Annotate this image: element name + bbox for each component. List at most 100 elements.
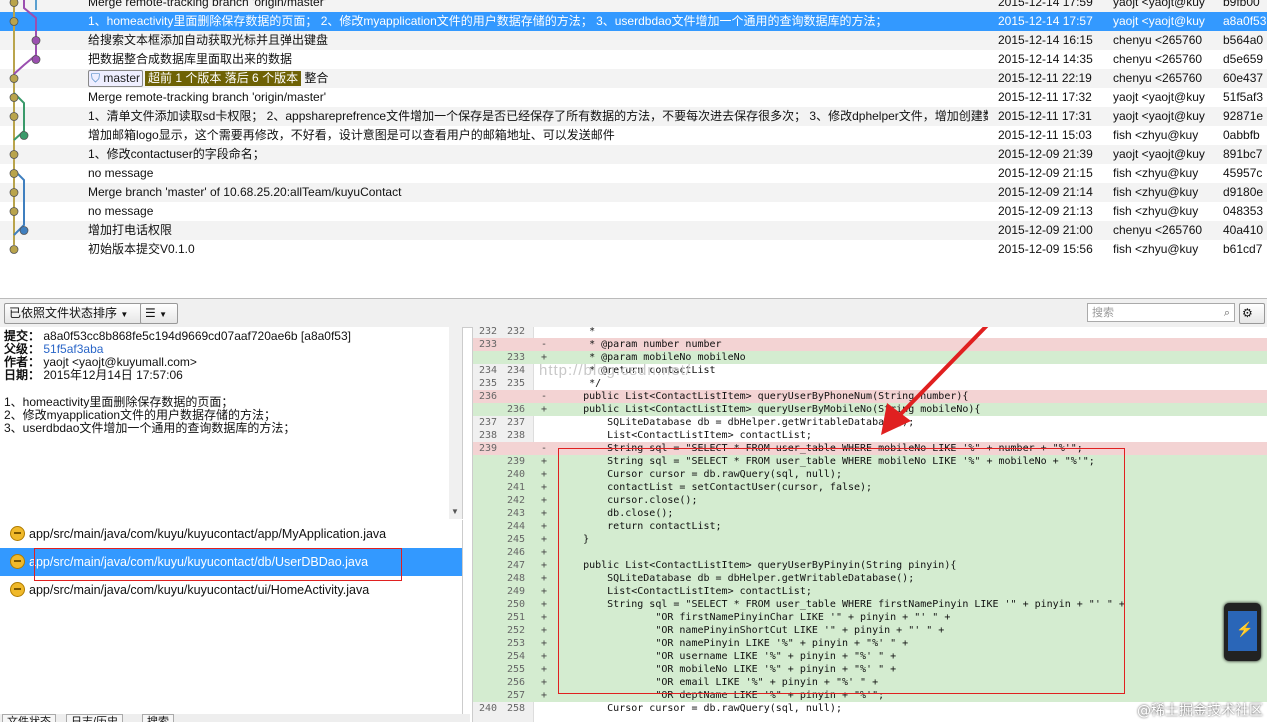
view-mode-dropdown[interactable]: ☰ ▼ bbox=[140, 303, 178, 324]
new-line-number: 255 bbox=[506, 664, 525, 675]
file-path: app/src/main/java/com/kuyu/kuyucontact/a… bbox=[29, 527, 387, 541]
new-line-number: 237 bbox=[506, 417, 525, 428]
old-line-number: 235 bbox=[478, 378, 497, 389]
diff-sign: + bbox=[541, 469, 548, 480]
commit-node bbox=[9, 93, 19, 102]
new-line-number: 254 bbox=[506, 651, 525, 662]
diff-sign: + bbox=[541, 508, 548, 519]
diff-sign: + bbox=[541, 599, 548, 610]
commit-hash: 51f5af3 bbox=[1223, 90, 1264, 104]
commit-date: 2015-12-14 16:15 bbox=[998, 33, 1093, 47]
diff-sign: + bbox=[541, 612, 548, 623]
commit-row[interactable]: 1、修改contactuser的字段命名； 2015-12-09 21:39 yao… bbox=[0, 145, 1267, 164]
file-path: app/src/main/java/com/kuyu/kuyucontact/u… bbox=[29, 583, 370, 597]
commit-label: 提交： bbox=[4, 329, 41, 343]
new-line-number: 256 bbox=[506, 677, 525, 688]
diff-sign: + bbox=[541, 482, 548, 493]
commit-hash: d9180e bbox=[1223, 185, 1264, 199]
commit-row[interactable]: 增加打电话权限 2015-12-09 21:00 chenyu <265760 40a… bbox=[0, 221, 1267, 240]
branch-graph bbox=[9, 0, 41, 254]
tab-file-status[interactable]: 文件状态 bbox=[2, 714, 56, 722]
commit-author: chenyu <265760 bbox=[1113, 223, 1203, 237]
changed-file-item[interactable]: app/src/main/java/com/kuyu/kuyucontact/a… bbox=[0, 520, 462, 548]
commit-message: Merge branch 'master' of 10.68.25.20:all… bbox=[88, 185, 402, 199]
phone-widget-icon[interactable]: ⚡ bbox=[1224, 603, 1261, 661]
commit-author: yaojt <yaojt@kuy bbox=[1113, 90, 1205, 104]
commit-node bbox=[9, 169, 19, 178]
commit-row[interactable]: 给搜索文本框添加自动获取光标并且弹出键盘 2015-12-14 16:15 chen… bbox=[0, 31, 1267, 50]
branch-tag[interactable]: ⛉ master bbox=[88, 70, 144, 87]
code-text: List<ContactListItem> contactList; bbox=[559, 430, 812, 441]
commit-date: 2015-12-09 21:15 bbox=[998, 166, 1093, 180]
commit-row[interactable]: Merge remote-tracking branch 'origin/mas… bbox=[0, 0, 1267, 12]
commit-author: fish <zhyu@kuy bbox=[1113, 242, 1199, 256]
diff-sign: + bbox=[541, 456, 548, 467]
commit-row[interactable]: no message 2015-12-09 21:15 fish <zhyu@kuy… bbox=[0, 164, 1267, 183]
new-line-number: 245 bbox=[506, 534, 525, 545]
commit-row[interactable]: Merge branch 'master' of 10.68.25.20:all… bbox=[0, 183, 1267, 202]
commit-row[interactable]: no message 2015-12-09 21:13 fish <zhyu@kuy… bbox=[0, 202, 1267, 221]
diff-sign: + bbox=[541, 586, 548, 597]
settings-button[interactable]: ⚙ bbox=[1239, 303, 1265, 324]
chevron-down-icon: ▼ bbox=[120, 310, 129, 319]
commit-row[interactable]: ⛉ master 超前 1 个版本 落后 6 个版本 整合 2015-12-11 2… bbox=[0, 69, 1267, 88]
commit-node bbox=[9, 245, 19, 254]
diff-sign: + bbox=[541, 638, 548, 649]
diff-sign: + bbox=[541, 677, 548, 688]
commit-message: 初始版本提交V0.1.0 bbox=[88, 242, 195, 256]
diff-sign: + bbox=[541, 690, 548, 701]
commit-node bbox=[9, 112, 19, 121]
diff-viewer: 232 232 * 233- * @param number number 233 + … bbox=[472, 327, 1267, 722]
new-line-number: 246 bbox=[506, 547, 525, 558]
commit-node bbox=[19, 131, 29, 140]
annotation-box bbox=[558, 448, 1125, 694]
search-input[interactable]: 搜索 ⌕ bbox=[1087, 303, 1235, 322]
diff-sign: + bbox=[541, 495, 548, 506]
modified-file-icon bbox=[10, 554, 25, 569]
new-line-number: 248 bbox=[506, 573, 525, 584]
annotation-arrow bbox=[881, 327, 989, 435]
commit-author: yaojt <yaojt@kuy bbox=[1113, 0, 1205, 9]
commit-author: fish <zhyu@kuy bbox=[1113, 204, 1199, 218]
new-line-number: 253 bbox=[506, 638, 525, 649]
new-line-number: 250 bbox=[506, 599, 525, 610]
commit-row[interactable]: 1、清单文件添加读取sd卡权限； 2、appshareprefrence文件增加… bbox=[0, 107, 1267, 126]
old-line-number: 232 bbox=[478, 327, 497, 337]
modified-file-icon bbox=[10, 582, 25, 597]
commit-row[interactable]: 初始版本提交V0.1.0 2015-12-09 15:56 fish <zhyu@k… bbox=[0, 240, 1267, 259]
diff-sign: - bbox=[541, 339, 548, 350]
commit-node bbox=[9, 150, 19, 159]
annotation-box bbox=[34, 548, 402, 581]
commit-author: fish <zhyu@kuy bbox=[1113, 128, 1199, 142]
commit-row[interactable]: Merge remote-tracking branch 'origin/mas… bbox=[0, 88, 1267, 107]
commit-hash: d5e659 bbox=[1223, 52, 1264, 66]
parent-link[interactable]: 51f5af3aba bbox=[43, 342, 103, 356]
commit-message: Merge remote-tracking branch 'origin/mas… bbox=[88, 0, 327, 9]
diff-sign: + bbox=[541, 625, 548, 636]
commit-message: 1、homeactivity里面删除保存数据的页面； 2、修改myapplica… bbox=[88, 14, 888, 28]
commit-log: Merge remote-tracking branch 'origin/mas… bbox=[0, 0, 1267, 298]
commit-row[interactable]: 把数据整合成数据库里面取出来的数据 2015-12-14 14:35 chenyu … bbox=[0, 50, 1267, 69]
new-line-number: 257 bbox=[506, 690, 525, 701]
old-line-number: 239 bbox=[478, 443, 497, 454]
new-line-number: 240 bbox=[506, 469, 525, 480]
old-line-number: 237 bbox=[478, 417, 497, 428]
modified-file-icon bbox=[10, 526, 25, 541]
commit-row[interactable]: 增加邮箱logo显示，这个需要再修改，不好看，设计意图是可以查看用户的邮箱地址、… bbox=[0, 126, 1267, 145]
diff-sign: + bbox=[541, 547, 548, 558]
commit-author: yaojt <yaojt@kuy bbox=[1113, 109, 1205, 123]
commit-message: no message bbox=[88, 204, 154, 218]
sort-dropdown[interactable]: 已依照文件状态排序 ▼ bbox=[4, 303, 142, 324]
tab-log-history[interactable]: 日志/历史 bbox=[66, 714, 124, 722]
branch-icon: ⛉ bbox=[91, 71, 101, 85]
commit-author: fish <zhyu@kuy bbox=[1113, 185, 1199, 199]
detail-scrollbar[interactable]: ▼ bbox=[449, 327, 462, 519]
diff-sign: + bbox=[541, 404, 548, 415]
new-line-number: 247 bbox=[506, 560, 525, 571]
commit-date: 2015-12-11 15:03 bbox=[998, 128, 1092, 142]
diff-sign: + bbox=[541, 664, 548, 675]
commit-node bbox=[31, 36, 41, 45]
commit-row[interactable]: 1、homeactivity里面删除保存数据的页面； 2、修改myapplica… bbox=[0, 12, 1267, 31]
tab-search[interactable]: 搜索 bbox=[142, 714, 174, 722]
commit-message: 把数据整合成数据库里面取出来的数据 bbox=[88, 52, 293, 66]
